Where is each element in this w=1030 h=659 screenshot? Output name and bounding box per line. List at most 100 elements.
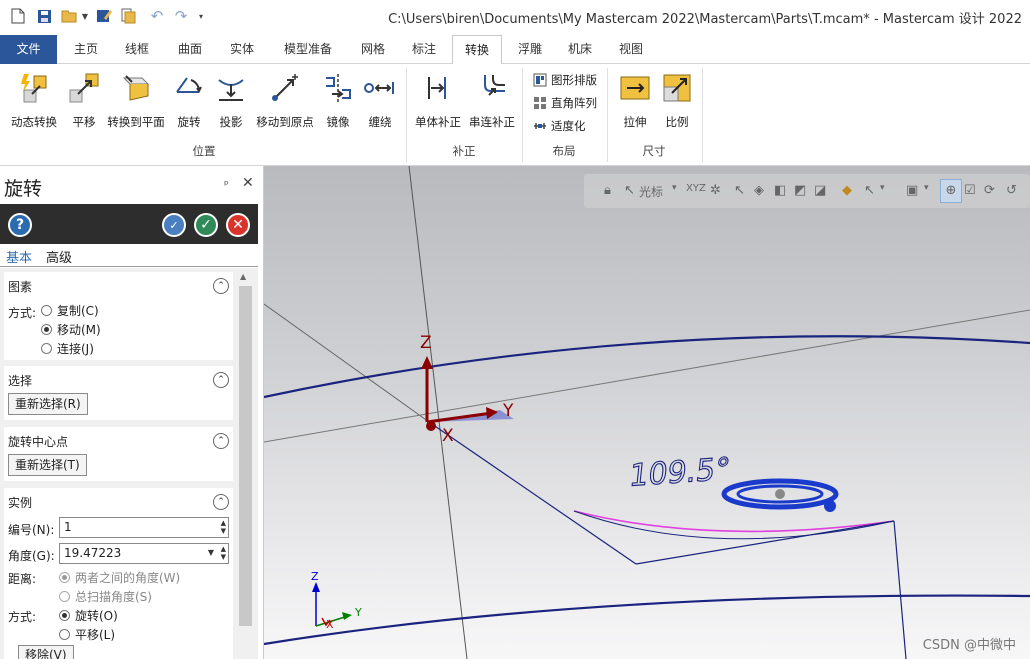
dropdown-icon[interactable]: ▼ (208, 549, 214, 557)
select-icon[interactable]: ↖ (734, 183, 745, 198)
folder-icon[interactable] (118, 6, 138, 26)
reselect-center-button[interactable]: 重新选择(T) (8, 454, 87, 476)
tab-wireframe[interactable]: 线框 (115, 35, 159, 64)
offset-chain-button[interactable]: 串连补正 (464, 70, 520, 136)
dropdown-icon[interactable]: ▼ (80, 6, 90, 26)
save-icon[interactable] (34, 6, 54, 26)
gnomon-x-label: X (442, 426, 454, 446)
refresh-icon[interactable]: ⟳ (984, 183, 995, 198)
rotate-center-point (775, 489, 785, 499)
collapse-icon[interactable]: ⌃ (213, 433, 229, 449)
tab-solids[interactable]: 实体 (220, 35, 264, 64)
undo-icon[interactable]: ↶ (148, 6, 166, 26)
spinner-icon[interactable]: ▲ ▼ (221, 519, 226, 535)
mirror-button[interactable]: 镜像 (318, 70, 358, 136)
dropdown-icon[interactable]: ▾ (880, 183, 885, 193)
solid-select-icon[interactable]: ◈ (754, 183, 764, 198)
pin-icon[interactable]: ᵖ (224, 178, 229, 191)
tab-advanced[interactable]: 高级 (46, 247, 72, 266)
offset-single-label: 单体补正 (415, 115, 461, 129)
translate-button[interactable]: 平移 (56, 70, 112, 136)
spinner-icon[interactable]: ▲ ▼ (221, 545, 226, 561)
ok-icon[interactable]: ✓ (194, 213, 218, 237)
rotate-button[interactable]: 旋转 (170, 70, 208, 136)
copy-radio[interactable]: 复制(C) (41, 302, 99, 319)
tab-model-prep[interactable]: 模型准备 (272, 35, 344, 64)
open-folder-icon[interactable] (60, 6, 78, 26)
triad-y-label: Y (354, 606, 362, 619)
dropdown-icon[interactable]: ▾ (672, 183, 677, 193)
scroll-up-icon[interactable]: ▲ (240, 272, 246, 281)
lock-icon[interactable]: 🔒︎ (604, 183, 611, 198)
entities-section: 图素 ⌃ 方式: 复制(C) 移动(M) 连接(J) (4, 272, 233, 360)
gear-icon[interactable]: ✲ (710, 183, 721, 198)
transform-to-plane-button[interactable]: 转换到平面 (105, 70, 167, 136)
panel-scroll-area: 图素 ⌃ 方式: 复制(C) 移动(M) 连接(J) 选择 ⌃ 重新选择(R) … (0, 268, 258, 659)
tab-view[interactable]: 视图 (609, 35, 653, 64)
project-button[interactable]: 投影 (210, 70, 252, 136)
number-field[interactable]: 1 ▲ ▼ (59, 517, 229, 538)
move-radio[interactable]: 移动(M) (41, 321, 101, 338)
stretch-button[interactable]: 拉伸 (614, 70, 656, 136)
save-as-icon[interactable] (94, 6, 114, 26)
shaded-cube-icon[interactable]: ◆ (842, 183, 852, 198)
gnomon-z-label: Z (420, 333, 432, 353)
translate-radio[interactable]: 平移(L) (59, 626, 115, 643)
collapse-icon[interactable]: ⌃ (213, 372, 229, 388)
help-icon[interactable]: ? (8, 213, 32, 237)
tab-surfaces[interactable]: 曲面 (166, 35, 214, 64)
scale-button[interactable]: 比例 (656, 70, 698, 136)
offset-single-button[interactable]: 单体补正 (410, 70, 466, 136)
angle-between-radio[interactable]: 两者之间的角度(W) (59, 569, 180, 586)
panel-scrollbar[interactable]: ▲ (237, 270, 254, 659)
cancel-icon[interactable]: ✕ (226, 213, 250, 237)
collapse-icon[interactable]: ⌃ (213, 494, 229, 510)
customize-icon[interactable]: ▾ (196, 6, 206, 26)
remove-button[interactable]: 移除(V) (18, 645, 74, 659)
nesting-button[interactable]: 图形排版 (532, 70, 597, 90)
tab-relief[interactable]: 浮雕 (508, 35, 552, 64)
reselect-button[interactable]: 重新选择(R) (8, 393, 88, 415)
tab-file[interactable]: 文件 (0, 35, 57, 64)
group-separator (406, 68, 407, 162)
new-file-icon[interactable] (8, 6, 28, 26)
fit-button[interactable]: 适度化 (532, 116, 586, 136)
tab-basic[interactable]: 基本 (6, 247, 32, 266)
wrap-button[interactable]: 缠绕 (358, 70, 402, 136)
verify-icon[interactable]: ⊕ (940, 179, 962, 203)
rotate-radio[interactable]: 旋转(O) (59, 607, 118, 624)
tab-transform[interactable]: 转换 (452, 35, 502, 65)
dynamic-transform-button[interactable]: 动态转换 (6, 70, 62, 136)
join-radio[interactable]: 连接(J) (41, 340, 94, 357)
body-select-icon[interactable]: ◩ (794, 183, 806, 198)
mirror-label: 镜像 (326, 115, 350, 129)
dynamic-transform-label: 动态转换 (11, 115, 57, 129)
wire-select-icon[interactable]: ↖ (864, 183, 875, 198)
scrollbar-thumb[interactable] (239, 286, 252, 626)
window-select-icon[interactable]: ▣ (906, 183, 918, 198)
check-select-icon[interactable]: ☑ (964, 183, 976, 198)
rotate-label: 旋转 (177, 115, 201, 129)
graphics-viewport[interactable]: Z Y X 109.5° Z Y X 🔒︎ ↖ 光标 ▾ XYZ ✲ ↖ ◈ ◧… (264, 166, 1030, 659)
collapse-icon[interactable]: ⌃ (213, 278, 229, 294)
xyz-label[interactable]: XYZ (686, 183, 706, 194)
box-select-icon[interactable]: ◪ (814, 183, 826, 198)
tab-mesh[interactable]: 网格 (351, 35, 395, 64)
tab-machine[interactable]: 机床 (558, 35, 602, 64)
total-sweep-radio[interactable]: 总扫描角度(S) (59, 588, 152, 605)
nesting-label: 图形排版 (551, 73, 597, 87)
undo-view-icon[interactable]: ↺ (1006, 183, 1017, 198)
rect-array-button[interactable]: 直角阵列 (532, 93, 597, 113)
wire-line (428, 421, 637, 565)
tab-annotate[interactable]: 标注 (402, 35, 446, 64)
redo-icon[interactable]: ↷ (172, 6, 190, 26)
close-icon[interactable]: ✕ (242, 175, 254, 191)
cursor-icon[interactable]: ↖ (624, 183, 635, 198)
move-to-origin-button[interactable]: 移动到原点 (252, 70, 318, 136)
cursor-label[interactable]: 光标 (639, 183, 663, 200)
face-select-icon[interactable]: ◧ (774, 183, 786, 198)
angle-field[interactable]: 19.47223 ▼ ▲ ▼ (59, 543, 229, 564)
tab-home[interactable]: 主页 (64, 35, 108, 64)
ok-and-create-new-icon[interactable]: ✓ (162, 213, 186, 237)
dropdown-icon[interactable]: ▾ (924, 183, 929, 193)
